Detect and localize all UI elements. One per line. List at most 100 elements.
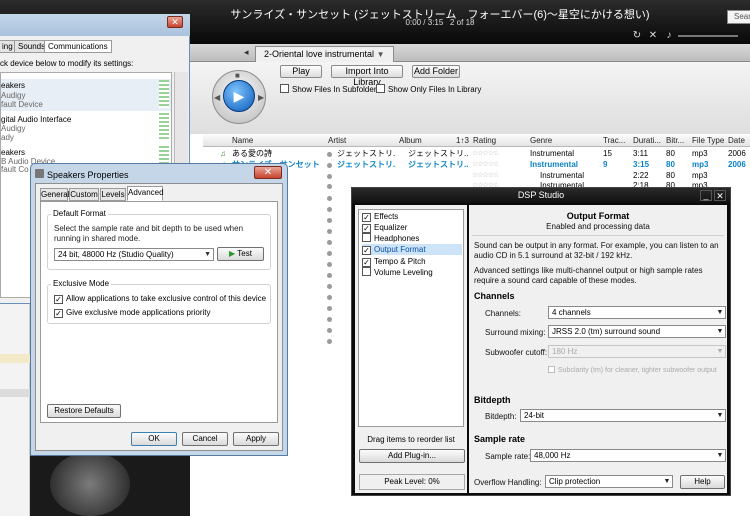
headphones-checkbox[interactable]: [362, 233, 371, 242]
stop-icon[interactable]: ■: [235, 71, 240, 80]
add-folder-button[interactable]: Add Folder: [412, 65, 460, 78]
test-button[interactable]: ▶ Test: [217, 247, 264, 261]
restore-defaults-button[interactable]: Restore Defaults: [47, 404, 121, 418]
tab-custom[interactable]: Custom: [69, 188, 99, 201]
play-button[interactable]: Play: [280, 65, 322, 78]
track-album: ジェットストリ...: [408, 160, 468, 169]
show-library-only-option[interactable]: Show Only Files In Library: [376, 84, 481, 95]
subclarity-option[interactable]: Subclarity (tm) for cleaner, tighter sub…: [548, 366, 724, 375]
volume-slider[interactable]: [678, 35, 738, 37]
overflow-value: Clip protection: [549, 477, 601, 486]
allow-exclusive-option[interactable]: ✓ Allow applications to take exclusive co…: [54, 294, 266, 304]
give-priority-checkbox[interactable]: ✓: [54, 309, 63, 318]
channels-select[interactable]: 4 channels ▼: [548, 306, 726, 319]
column-rating[interactable]: Rating: [473, 136, 496, 146]
subwoofer-value: 180 Hz: [552, 347, 578, 356]
sample-rate-select[interactable]: 48,000 Hz ▼: [530, 449, 726, 462]
column-artist[interactable]: Artist: [328, 136, 346, 146]
dsp-item-volume-leveling[interactable]: Volume Leveling: [362, 267, 462, 278]
track-bitrate: 80: [666, 160, 675, 169]
level-meter: [159, 113, 169, 141]
dsp-item-output-format[interactable]: ✓ Output Format: [362, 244, 462, 255]
show-library-only-checkbox[interactable]: [376, 84, 385, 93]
back-arrow-icon[interactable]: ◂: [244, 47, 249, 58]
status-dot: [327, 273, 332, 278]
track-duration: 3:11: [633, 149, 648, 158]
next-icon[interactable]: ▶: [258, 93, 264, 102]
status-dot: [327, 251, 332, 256]
subclarity-checkbox[interactable]: [548, 366, 555, 373]
tab-levels[interactable]: Levels: [100, 188, 126, 201]
tab-advanced[interactable]: Advanced: [127, 186, 164, 201]
column-file-type[interactable]: File Type: [692, 136, 724, 146]
exclusive-mode-title: Exclusive Mode: [51, 279, 112, 288]
output-format-checkbox[interactable]: ✓: [362, 246, 371, 255]
dsp-item-equalizer[interactable]: ✓ Equalizer: [362, 222, 462, 233]
channels-value: 4 channels: [552, 308, 591, 317]
tab-playlist[interactable]: 2-Oriental love instrumental ▼: [255, 46, 394, 62]
minimize-icon[interactable]: _: [700, 190, 712, 201]
apply-button[interactable]: Apply: [233, 432, 279, 446]
give-priority-option[interactable]: ✓ Give exclusive mode applications priori…: [54, 308, 211, 318]
column-track[interactable]: Trac...: [603, 136, 625, 146]
dsp-item-label: Equalizer: [374, 223, 408, 232]
surround-select[interactable]: JRSS 2.0 (tm) surround sound ▼: [548, 325, 726, 338]
effects-checkbox[interactable]: ✓: [362, 213, 371, 222]
column-bitrate[interactable]: Bitr...: [666, 136, 684, 146]
dsp-item-effects[interactable]: ✓ Effects: [362, 211, 462, 222]
equalizer-checkbox[interactable]: ✓: [362, 224, 371, 233]
overflow-label: Overflow Handling:: [474, 478, 542, 487]
column-date[interactable]: Date: [728, 136, 745, 146]
rating-stars[interactable]: ☆☆☆☆☆: [472, 160, 498, 170]
search-input[interactable]: Search: [727, 10, 750, 24]
column-album[interactable]: Album: [399, 136, 422, 146]
rating-stars[interactable]: ☆☆☆☆☆: [472, 149, 498, 159]
dsp-item-tempo-pitch[interactable]: ✓ Tempo & Pitch: [362, 256, 462, 267]
column-name[interactable]: Name: [232, 136, 253, 146]
track-genre: Instrumental: [530, 149, 575, 158]
output-description-2: Advanced settings like multi-channel out…: [474, 266, 703, 285]
bitdepth-select[interactable]: 24-bit ▼: [520, 409, 726, 422]
cancel-button[interactable]: Cancel: [182, 432, 228, 446]
track-date: 2006: [728, 160, 746, 169]
shuffle-icon[interactable]: ✕: [647, 30, 659, 41]
status-dot: [327, 163, 332, 168]
bitdepth-value: 24-bit: [524, 411, 545, 420]
device-name: eakers: [1, 81, 26, 90]
overflow-select[interactable]: Clip protection ▼: [545, 475, 673, 488]
show-subfolders-checkbox[interactable]: [280, 84, 289, 93]
bitdepth-label: Bitdepth:: [485, 412, 517, 421]
allow-exclusive-label: Allow applications to take exclusive con…: [66, 294, 267, 303]
ok-button[interactable]: OK: [131, 432, 177, 446]
device-name[interactable]: eakers: [1, 148, 25, 157]
volume-icon[interactable]: ♪: [663, 30, 675, 41]
track-date: 2006: [728, 149, 746, 158]
status-dot: [327, 240, 332, 245]
show-subfolders-option[interactable]: Show Files In Subfolders: [280, 84, 381, 95]
refresh-icon[interactable]: ↻: [631, 30, 643, 41]
format-select[interactable]: 24 bit, 48000 Hz (Studio Quality) ▼: [54, 248, 214, 261]
help-button[interactable]: Help: [680, 475, 725, 489]
previous-icon[interactable]: ◀: [214, 93, 220, 102]
device-subtitle: Audigy: [1, 124, 26, 133]
close-icon[interactable]: ✕: [254, 166, 282, 179]
tab-general[interactable]: General: [40, 188, 69, 201]
column-genre[interactable]: Genre: [530, 136, 552, 146]
tab-communications[interactable]: Communications: [44, 40, 112, 53]
dsp-item-headphones[interactable]: Headphones: [362, 233, 462, 244]
import-button[interactable]: Import Into Library: [331, 65, 403, 87]
play-icon[interactable]: ▶: [223, 80, 255, 112]
subwoofer-select[interactable]: 180 Hz ▼: [548, 345, 726, 358]
rating-stars[interactable]: ☆☆☆☆☆: [472, 171, 498, 181]
close-icon[interactable]: ✕: [167, 16, 183, 28]
volume-leveling-checkbox[interactable]: [362, 267, 371, 276]
speaker-icon: [35, 169, 44, 178]
add-plugin-button[interactable]: Add Plug-in...: [359, 449, 465, 463]
allow-exclusive-checkbox[interactable]: ✓: [54, 295, 63, 304]
column-duration[interactable]: Durati...: [633, 136, 661, 146]
tempo-pitch-checkbox[interactable]: ✓: [362, 258, 371, 267]
track-name[interactable]: ある愛の詩: [232, 149, 324, 159]
close-icon[interactable]: ✕: [714, 190, 726, 201]
default-format-title: Default Format: [51, 209, 108, 218]
status-dot: [327, 295, 332, 300]
